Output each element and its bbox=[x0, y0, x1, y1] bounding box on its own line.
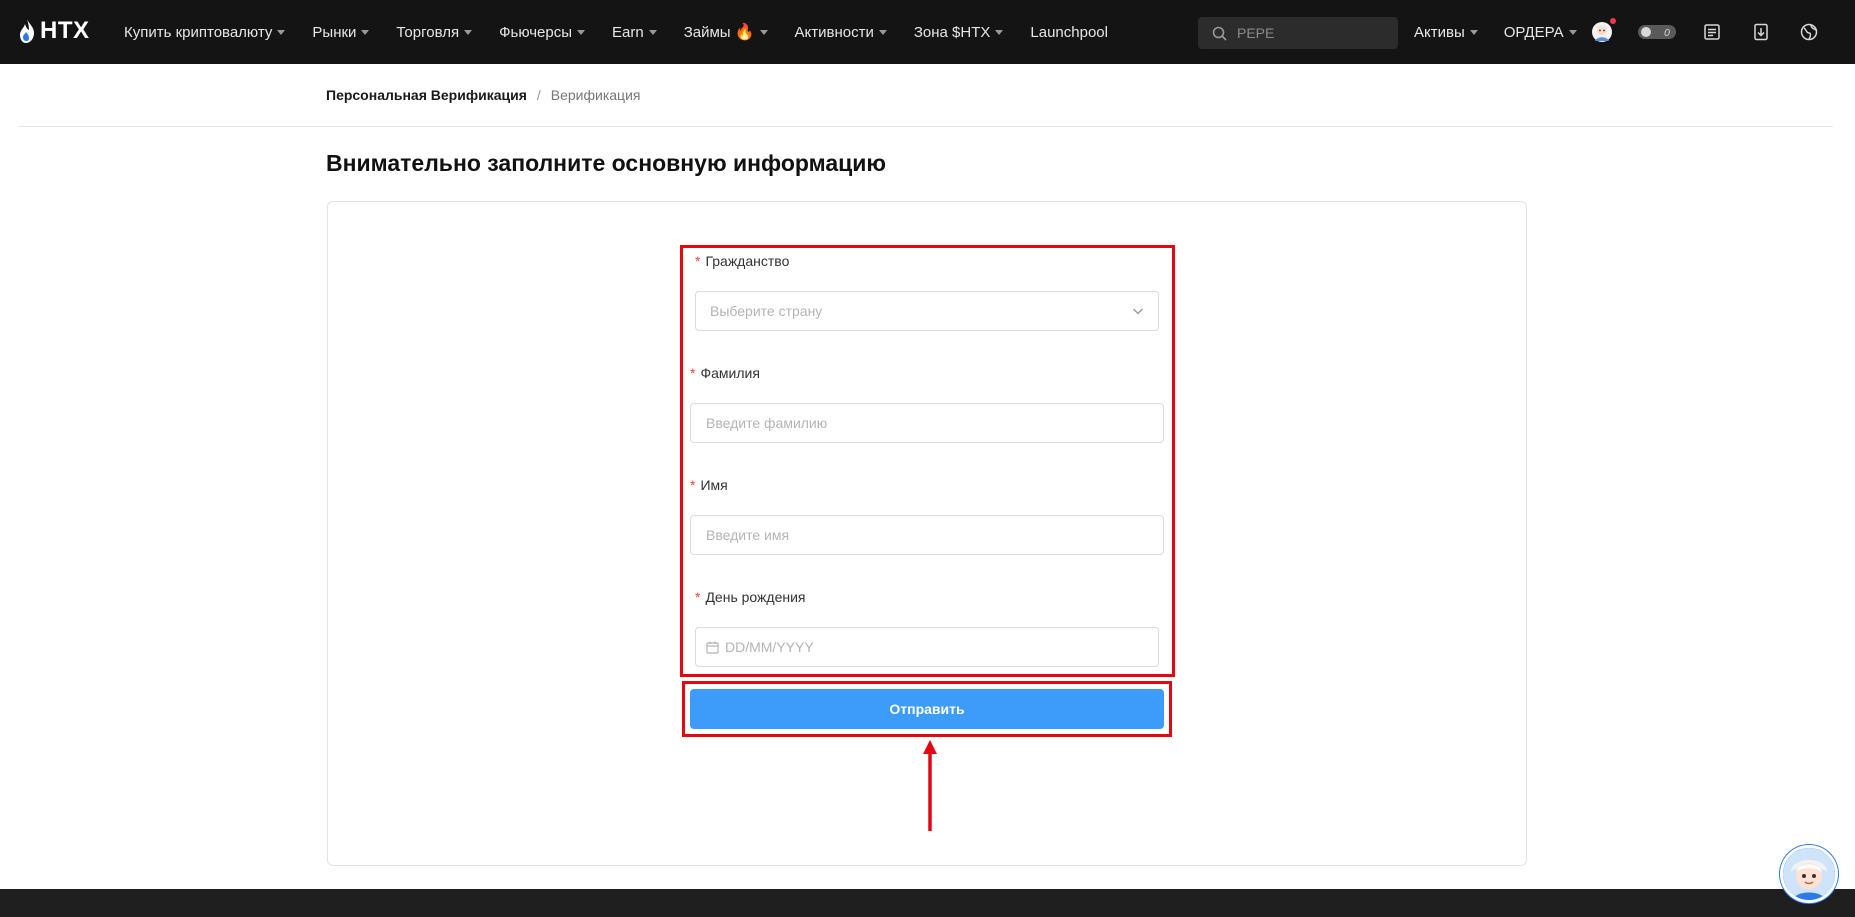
right-nav: Активы ОРДЕРА bbox=[1414, 0, 1603, 64]
search-icon bbox=[1212, 26, 1227, 41]
fire-icon: 🔥 bbox=[734, 24, 755, 41]
nav-orders[interactable]: ОРДЕРА bbox=[1504, 24, 1577, 41]
caret-down-icon bbox=[995, 29, 1004, 35]
htx-logo[interactable]: HTX bbox=[18, 17, 90, 45]
nav-buy-crypto[interactable]: Купить криптовалюту bbox=[124, 24, 286, 41]
top-navigation-bar: HTX Купить криптовалюту Рынки Торговля Ф… bbox=[0, 0, 1855, 64]
caret-down-icon bbox=[277, 29, 286, 35]
toggle-icon: 0 bbox=[1638, 25, 1676, 39]
nav-markets[interactable]: Рынки bbox=[312, 24, 370, 41]
download-icon bbox=[1754, 23, 1768, 41]
main-nav: Купить криптовалюту Рынки Торговля Фьюче… bbox=[124, 0, 1135, 64]
breadcrumb: Персональная Верификация / Верификация bbox=[326, 87, 640, 103]
nav-launchpool[interactable]: Launchpool bbox=[1030, 24, 1108, 41]
nav-trade[interactable]: Торговля bbox=[396, 24, 473, 41]
user-avatar-button[interactable] bbox=[1590, 18, 1616, 44]
form-highlight-frame bbox=[680, 245, 1175, 677]
download-button[interactable] bbox=[1749, 20, 1773, 44]
submit-highlight-frame bbox=[682, 681, 1172, 737]
footer bbox=[0, 889, 1855, 917]
caret-down-icon bbox=[577, 29, 586, 35]
nav-assets[interactable]: Активы bbox=[1414, 24, 1478, 41]
arrow-up-annotation-icon bbox=[923, 740, 937, 831]
search-input[interactable] bbox=[1237, 25, 1387, 41]
logo-text: HTX bbox=[40, 17, 90, 44]
caret-down-icon bbox=[648, 29, 657, 35]
announcements-icon bbox=[1704, 24, 1720, 40]
caret-down-icon bbox=[878, 29, 887, 35]
search-box[interactable] bbox=[1198, 17, 1398, 49]
caret-down-icon bbox=[361, 29, 370, 35]
breadcrumb-separator: / bbox=[536, 87, 541, 103]
nav-activities[interactable]: Активности bbox=[795, 24, 887, 41]
flame-logo-icon bbox=[20, 19, 34, 43]
caret-down-icon bbox=[759, 29, 768, 35]
nav-loans[interactable]: Займы 🔥 bbox=[684, 22, 768, 42]
notification-dot bbox=[1610, 18, 1616, 24]
page-title: Внимательно заполните основную информаци… bbox=[326, 150, 887, 176]
toggle-button[interactable]: 0 bbox=[1637, 20, 1677, 44]
svg-text:0: 0 bbox=[1664, 28, 1670, 39]
breadcrumb-current[interactable]: Персональная Верификация bbox=[326, 87, 527, 103]
nav-futures[interactable]: Фьючерсы bbox=[499, 24, 586, 41]
avatar-icon bbox=[1592, 22, 1612, 42]
nav-htx-zone[interactable]: Зона $HTX bbox=[914, 24, 1004, 41]
caret-down-icon bbox=[464, 29, 473, 35]
language-icon bbox=[1800, 23, 1818, 41]
support-assistant-button[interactable] bbox=[1780, 845, 1838, 903]
announcements-button[interactable] bbox=[1700, 20, 1724, 44]
header-divider bbox=[19, 126, 1833, 127]
caret-down-icon bbox=[1568, 29, 1577, 35]
mascot-icon bbox=[1783, 848, 1835, 900]
breadcrumb-verification: Верификация bbox=[550, 87, 641, 103]
caret-down-icon bbox=[1469, 29, 1478, 35]
nav-earn[interactable]: Earn bbox=[612, 24, 657, 41]
language-button[interactable] bbox=[1797, 20, 1821, 44]
